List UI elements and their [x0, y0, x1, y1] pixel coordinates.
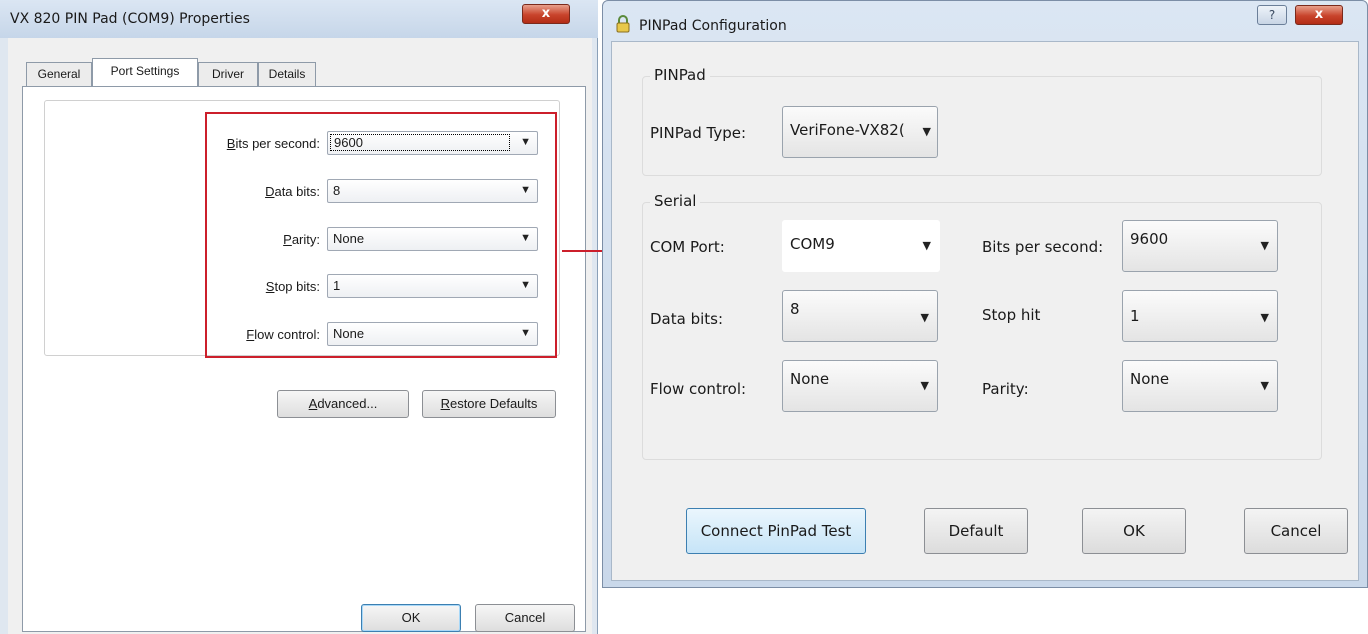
stop-bits-value: 1 — [1130, 307, 1140, 325]
data-bits-value: 8 — [790, 300, 800, 318]
tab-details[interactable]: Details — [258, 62, 316, 86]
bits-per-second-value: 9600 — [1130, 230, 1169, 248]
tab-driver[interactable]: Driver — [198, 62, 258, 86]
pinpad-type-value: VeriFone-VX82( — [790, 121, 905, 139]
pinpad-configuration-window: PINPad Configuration ? x PINPad PINPad T… — [602, 0, 1368, 588]
ok-button[interactable]: OK — [1082, 508, 1186, 554]
flow-control-label: Flow control: — [650, 380, 747, 398]
chevron-down-icon: ▼ — [922, 125, 931, 138]
bits-per-second-label: Bits per second: — [982, 238, 1104, 256]
data-bits-select[interactable]: 8 ▼ — [782, 290, 938, 342]
serial-group-title: Serial — [650, 192, 701, 210]
lock-icon — [616, 15, 630, 33]
close-button[interactable]: x — [522, 4, 570, 24]
com-port-value: COM9 — [790, 235, 835, 253]
stop-bits-label: Stop hit — [982, 306, 1041, 324]
highlight-box — [205, 112, 557, 358]
pinpad-type-select[interactable]: VeriFone-VX82( ▼ — [782, 106, 938, 158]
parity-select[interactable]: None ▼ — [1122, 360, 1278, 412]
restore-defaults-button[interactable]: Restore Defaults — [422, 390, 556, 418]
pinpad-type-label: PINPad Type: — [650, 124, 747, 142]
parity-value: None — [1130, 370, 1170, 388]
chevron-down-icon: ▼ — [920, 311, 929, 324]
advanced-button[interactable]: Advanced... — [277, 390, 409, 418]
title-bar[interactable]: VX 820 PIN Pad (COM9) Properties x — [0, 0, 598, 38]
chevron-down-icon: ▼ — [1260, 239, 1269, 252]
chevron-down-icon: ▼ — [1260, 379, 1269, 392]
chevron-down-icon: ▼ — [1260, 311, 1269, 324]
default-button[interactable]: Default — [924, 508, 1028, 554]
data-bits-label: Data bits: — [650, 310, 724, 328]
com-port-select[interactable]: COM9 ▼ — [782, 220, 940, 272]
bits-per-second-select[interactable]: 9600 ▼ — [1122, 220, 1278, 272]
flow-control-value: None — [790, 370, 830, 388]
cancel-button[interactable]: Cancel — [475, 604, 575, 632]
tab-port-settings[interactable]: Port Settings — [92, 58, 198, 86]
device-properties-window: VX 820 PIN Pad (COM9) Properties x Gener… — [0, 0, 598, 634]
help-button[interactable]: ? — [1257, 5, 1287, 25]
com-port-label: COM Port: — [650, 238, 725, 256]
window-title: VX 820 PIN Pad (COM9) Properties — [10, 11, 250, 27]
pinpad-group-title: PINPad — [650, 66, 710, 84]
dialog-client-area: PINPad PINPad Type: VeriFone-VX82( ▼ Ser… — [611, 41, 1359, 581]
flow-control-select[interactable]: None ▼ — [782, 360, 938, 412]
cancel-button[interactable]: Cancel — [1244, 508, 1348, 554]
tab-general[interactable]: General — [26, 62, 92, 86]
stop-bits-select[interactable]: 1 ▼ — [1122, 290, 1278, 342]
chevron-down-icon: ▼ — [922, 239, 931, 252]
close-button[interactable]: x — [1295, 5, 1343, 25]
parity-label: Parity: — [982, 380, 1029, 398]
connect-pinpad-test-button[interactable]: Connect PinPad Test — [686, 508, 866, 554]
ok-button[interactable]: OK — [361, 604, 461, 632]
chevron-down-icon: ▼ — [920, 379, 929, 392]
window-title: PINPad Configuration — [639, 18, 787, 34]
